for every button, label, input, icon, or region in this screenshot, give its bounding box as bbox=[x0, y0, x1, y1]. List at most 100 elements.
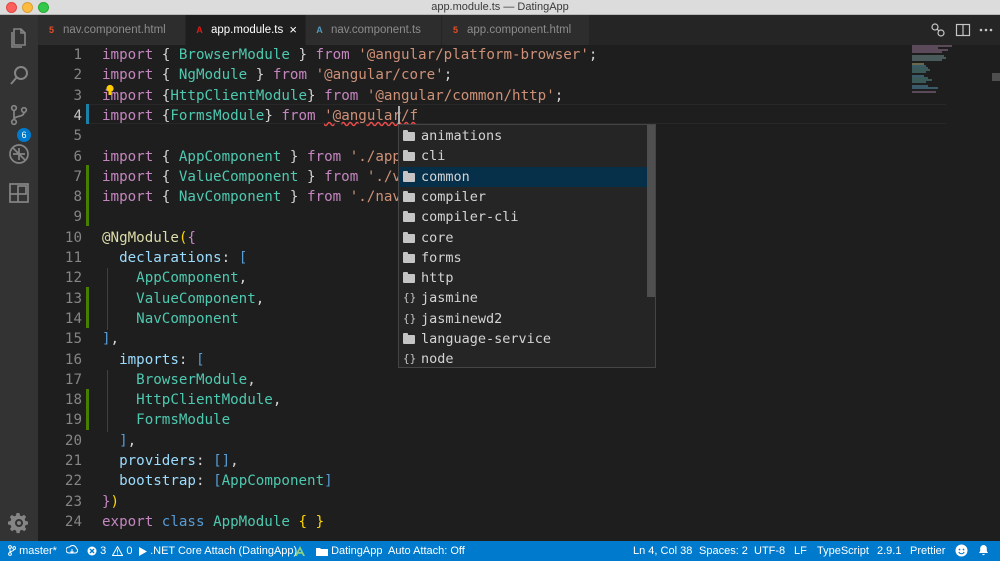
code-line[interactable]: 21 providers: [], bbox=[38, 451, 898, 471]
code-line[interactable]: 20 ], bbox=[38, 431, 898, 451]
debug-config[interactable]: .NET Core Attach (DatingApp) bbox=[139, 541, 297, 561]
code-line[interactable]: 19 FormsModule bbox=[38, 410, 898, 430]
folder-icon bbox=[403, 190, 415, 202]
line-number: 21 bbox=[64, 453, 82, 469]
code-text: import { ValueComponent } from './val bbox=[102, 168, 419, 185]
branch-indicator[interactable]: master* bbox=[8, 541, 57, 561]
line-number: 17 bbox=[64, 371, 82, 388]
suggestion-item[interactable]: common bbox=[399, 166, 647, 187]
debug-config-label: .NET Core Attach (DatingApp) bbox=[150, 545, 298, 557]
code-line[interactable]: 1 import { BrowserModule } from '@angular… bbox=[38, 45, 898, 65]
typescript-version[interactable]: 2.9.1 bbox=[877, 541, 901, 561]
source-control-icon[interactable] bbox=[7, 103, 31, 127]
line-number: 9 bbox=[73, 209, 82, 226]
module-icon: {} bbox=[403, 291, 417, 305]
split-editor-icon[interactable] bbox=[955, 22, 971, 38]
tab-nav-component-html[interactable]: 5 nav.component.html bbox=[38, 15, 186, 45]
suggestion-item[interactable]: {} jasmine bbox=[399, 288, 647, 308]
folder-icon bbox=[403, 211, 415, 223]
code-text: import { NgModule } from '@angular/core'… bbox=[102, 67, 453, 84]
formatter-status[interactable]: Prettier bbox=[910, 541, 945, 561]
code-text: }) bbox=[102, 493, 120, 510]
sync-icon[interactable] bbox=[66, 541, 78, 561]
cursor-position[interactable]: Ln 4, Col 38 bbox=[633, 541, 692, 561]
angular-status-icon[interactable] bbox=[295, 541, 305, 561]
code-line[interactable]: 18 HttpClientModule, bbox=[38, 390, 898, 410]
debug-icon[interactable] bbox=[7, 142, 31, 166]
suggestion-item[interactable]: core bbox=[399, 228, 647, 248]
tab-app-component-html[interactable]: 5 app.component.html bbox=[442, 15, 590, 45]
code-line[interactable]: 3 import {HttpClientModule} from '@angula… bbox=[38, 86, 898, 106]
indentation-setting[interactable]: Spaces: 2 bbox=[699, 541, 748, 561]
feedback-icon[interactable] bbox=[955, 541, 968, 561]
suggestion-label: compiler-cli bbox=[421, 209, 519, 226]
code-line[interactable]: 2 import { NgModule } from '@angular/core… bbox=[38, 65, 898, 85]
suggestion-scrollbar[interactable] bbox=[647, 125, 655, 297]
code-text: import { BrowserModule } from '@angular/… bbox=[102, 47, 598, 63]
code-text: export class AppModule { } bbox=[102, 513, 325, 530]
html-icon: 5 bbox=[452, 25, 458, 35]
notifications-icon[interactable] bbox=[978, 541, 989, 561]
activity-bar: 6 bbox=[0, 15, 38, 541]
line-number: 7 bbox=[73, 168, 82, 185]
eol-setting[interactable]: LF bbox=[794, 541, 807, 561]
encoding-setting[interactable]: UTF-8 bbox=[754, 541, 785, 561]
suggestion-label: cli bbox=[421, 148, 446, 165]
error-icon bbox=[87, 546, 97, 556]
problems-indicator[interactable]: 3 0 bbox=[87, 541, 132, 561]
suggestion-item[interactable]: animations bbox=[399, 126, 647, 146]
suggestion-item[interactable]: compiler-cli bbox=[399, 207, 647, 227]
tab-nav-component-ts[interactable]: A nav.component.ts bbox=[306, 15, 442, 45]
typescript-icon: A bbox=[316, 25, 323, 35]
suggestion-label: animations bbox=[421, 128, 503, 144]
tab-app-module-ts[interactable]: A app.module.ts × bbox=[186, 15, 306, 45]
open-changes-icon[interactable] bbox=[930, 22, 946, 38]
window-title: app.module.ts — DatingApp bbox=[431, 1, 569, 13]
extensions-icon[interactable] bbox=[7, 181, 31, 205]
vertical-scrollbar[interactable] bbox=[990, 45, 1000, 541]
suggestion-item[interactable]: compiler bbox=[399, 187, 647, 207]
suggestion-item[interactable]: {} node bbox=[399, 349, 647, 368]
code-line[interactable]: 17 BrowserModule, bbox=[38, 370, 898, 390]
code-line[interactable]: 24 export class AppModule { } bbox=[38, 512, 898, 532]
suggestion-item[interactable]: http bbox=[399, 268, 647, 288]
workspace-folder[interactable]: DatingApp bbox=[316, 541, 382, 561]
module-icon: {} bbox=[403, 352, 417, 366]
line-number: 8 bbox=[73, 189, 82, 206]
suggestion-label: jasminewd2 bbox=[421, 310, 503, 327]
line-number: 14 bbox=[64, 310, 82, 327]
code-line[interactable]: 22 bootstrap: [AppComponent] bbox=[38, 471, 898, 491]
suggestion-item[interactable]: {} jasminewd2 bbox=[399, 309, 647, 329]
close-tab-icon[interactable]: × bbox=[289, 15, 297, 45]
suggestion-label: node bbox=[421, 351, 454, 368]
suggestion-item[interactable]: language-service bbox=[399, 329, 647, 349]
scrollbar-cursor-marker bbox=[992, 73, 1000, 81]
folder-icon bbox=[403, 231, 415, 243]
code-line[interactable]: 23}) bbox=[38, 492, 898, 512]
status-bar: master* 3 0 .NET Core Attach (DatingApp)… bbox=[0, 541, 1000, 561]
play-icon bbox=[139, 547, 147, 556]
line-number: 16 bbox=[64, 351, 82, 368]
code-text: import { AppComponent } from './app.c bbox=[102, 148, 419, 165]
module-icon: {} bbox=[403, 311, 417, 325]
line-number: 3 bbox=[73, 87, 82, 104]
warning-icon bbox=[112, 546, 124, 556]
files-icon[interactable] bbox=[7, 26, 31, 50]
line-number: 10 bbox=[64, 229, 82, 246]
more-actions-icon[interactable] bbox=[978, 22, 994, 38]
folder-icon bbox=[316, 548, 328, 556]
auto-attach-toggle[interactable]: Auto Attach: Off bbox=[388, 541, 465, 561]
gear-icon[interactable] bbox=[7, 511, 31, 535]
search-icon[interactable] bbox=[7, 64, 31, 88]
line-number: 1 bbox=[73, 47, 82, 63]
language-mode[interactable]: TypeScript bbox=[817, 541, 869, 561]
folder-icon bbox=[403, 170, 415, 182]
folder-icon bbox=[403, 333, 415, 344]
code-text: ], bbox=[119, 432, 137, 449]
minimap[interactable] bbox=[910, 45, 990, 105]
suggestion-item[interactable]: forms bbox=[399, 248, 647, 268]
suggestion-item[interactable]: cli bbox=[399, 146, 647, 166]
line-number: 22 bbox=[64, 473, 82, 490]
tab-label: nav.component.html bbox=[63, 24, 166, 36]
tab-label: app.module.ts bbox=[211, 24, 284, 36]
